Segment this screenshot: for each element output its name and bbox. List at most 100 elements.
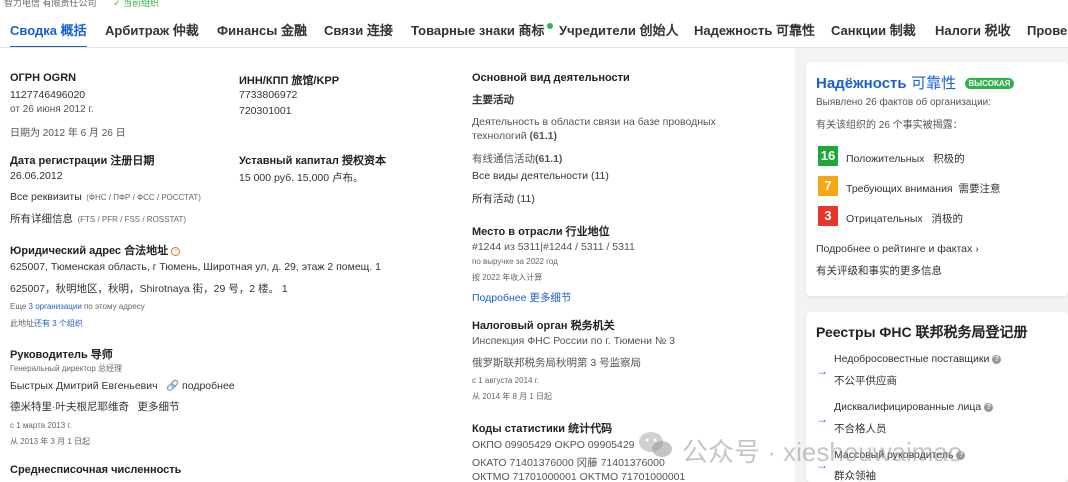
head-more-cn-link[interactable]: 更多细节 (137, 401, 179, 413)
status-fragment: ✓ 当前组织 (113, 0, 160, 8)
ogrn-date-cn: 日期为 2012 年 6 月 26 日 (10, 128, 126, 139)
head-since: с 1 марта 2013 г. (10, 421, 72, 430)
head-name-cn-row: 德米特里·叶夫根尼耶维奇 更多细节 (10, 397, 179, 415)
activity-desc-2-text: технологий (472, 130, 527, 142)
tab-trademarks[interactable]: Товарные знаки 商标 (411, 14, 553, 47)
tab-summary[interactable]: Сводка 概括 (10, 14, 87, 47)
tab-founders[interactable]: Учредители 创始人 (559, 14, 679, 47)
facts-found: Выявлено 26 фактов об организации: (816, 97, 992, 108)
address-value-cn: 625007，秋明地区，秋明，Shirotnaya 街，29 号，2 楼。 1 (10, 283, 288, 295)
industry-note-cn: 按 2022 年收入计算 (472, 273, 543, 282)
address-more-suffix: по этому адресу (84, 302, 145, 311)
all-details-note: (ФНС / ПФР / ФСС / РОССТАТ) (86, 193, 201, 202)
company-name-fragment: 智力电信 有限责任公司 (4, 0, 97, 8)
registry-disqualified[interactable]: Дисквалифицированные лица? (834, 401, 994, 413)
tab-finance[interactable]: Финансы 金融 (217, 14, 307, 47)
activity-desc-cn: 有线通信活动(61.1) (472, 151, 562, 166)
tab-bar: Сводка 概括 Арбитраж 仲裁 Финансы 金融 Связи 连… (0, 14, 1068, 48)
head-name-cn-link[interactable]: 德米特里·叶夫根尼耶维奇 (10, 401, 129, 413)
summary-panel: ОГРН OGRN 1127746496020 от 26 июня 2012 … (0, 48, 795, 482)
head-name-link[interactable]: Быстрых Дмитрий Евгеньевич (10, 380, 158, 392)
industry-more-cn-link[interactable]: 更多细节 (529, 292, 571, 304)
codes-title: Коды статистики 统计代码 (472, 423, 613, 435)
reliability-title-cn: 可靠性 (911, 75, 957, 92)
activity-title: Основной вид деятельности (472, 72, 630, 84)
watermark-text: 公众号 · xieshouwaimao (682, 437, 963, 467)
registries-title: Реестры ФНС 联邦税务局登记册 (816, 324, 1028, 340)
ogrn-title: ОГРН OGRN (10, 72, 77, 84)
negative-label-cn: 消极的 (931, 213, 963, 225)
tab-checks[interactable]: Провер (1027, 14, 1068, 47)
tab-sanctions[interactable]: Санкции 制裁 (831, 14, 916, 47)
tab-reliability[interactable]: Надежность 可靠性 (694, 14, 815, 47)
all-details-cn-note: (FTS / PFR / FSS / ROSSTAT) (77, 215, 187, 224)
address-title: Юридический адрес 合法地址 ◔ (10, 242, 181, 258)
activity-code: (61.1) (529, 130, 557, 142)
question-icon[interactable]: ? (984, 402, 994, 412)
negative-count: 3 (818, 206, 838, 226)
rating-details-text: Подробнее о рейтинге и фактах (816, 243, 973, 255)
top-strip: 智力电信 有限责任公司 ✓ 当前组织 (0, 0, 1068, 14)
industry-note: по выручке за 2022 год (472, 257, 558, 266)
address-more-link[interactable]: 3 организации (29, 302, 82, 311)
negative-label: Отрицательных (846, 213, 923, 225)
arrow-right-icon: → (816, 412, 828, 426)
arrow-right-icon: → (816, 364, 828, 378)
registry-label: Дисквалифицированные лица (834, 401, 982, 413)
all-details-cn-row: 所有详细信息 (FTS / PFR / FSS / ROSSTAT) (10, 209, 186, 227)
reg-date-value: 26.06.2012 (10, 170, 63, 182)
tax-title: Налоговый орган 税务机关 (472, 320, 615, 332)
all-details-cn-link[interactable]: 所有详细信息 (10, 213, 73, 225)
reliability-badge: ВЫСОКАЯ (964, 78, 1015, 90)
reg-date-title: Дата регистрации 注册日期 (10, 155, 155, 167)
activity-subtitle: 主要活动 (472, 94, 514, 106)
address-title-text: Юридический адрес 合法地址 (10, 245, 169, 257)
positive-label: Положительных (846, 153, 925, 165)
negative-row-label[interactable]: Отрицательных 消极的 (846, 211, 963, 226)
rating-details-link[interactable]: Подробнее о рейтинге и фактах › (816, 243, 979, 255)
head-more-link[interactable]: 🔗 подробнее (166, 380, 235, 392)
inn-title: ИНН/КПП 旅馆/KPP (239, 75, 340, 87)
industry-more-link[interactable]: Подробнее (472, 292, 526, 304)
tab-links[interactable]: Связи 连接 (324, 14, 393, 47)
tab-trademarks-label: Товарные знаки 商标 (411, 23, 545, 38)
tab-arbitration[interactable]: Арбитраж 仲裁 (105, 14, 199, 47)
activity-desc-cn-text: 有线通信活动 (472, 153, 535, 165)
positive-count: 16 (818, 146, 838, 166)
industry-more-row: Подробнее 更多细节 (472, 290, 571, 305)
okpo-code: ОКПО 09905429 OKPO 09905429 (472, 439, 635, 451)
head-name-row: Быстрых Дмитрий Евгеньевич 🔗 подробнее (10, 376, 235, 394)
okato-code: ОКАТО 71401376000 冈藤 71401376000 (472, 457, 665, 469)
attention-count: 7 (818, 176, 838, 196)
clock-icon: ◔ (171, 246, 181, 256)
inn-value: 7733806972 (239, 89, 298, 101)
head-title: Руководитель 导师 (10, 349, 113, 361)
all-details-link[interactable]: Все реквизиты (10, 191, 82, 203)
registry-label-cn: 不公平供应商 (834, 375, 897, 387)
registry-unfair-suppliers[interactable]: Недобросовестные поставщики? (834, 353, 1002, 365)
tab-taxes[interactable]: Налоги 税收 (935, 14, 1011, 47)
rating-details-cn-link[interactable]: 有关评级和事实的更多信息 (816, 263, 942, 278)
address-more-cn-link[interactable]: 还有 3 个组织 (34, 319, 83, 328)
attention-row-label[interactable]: Требующих внимания 需要注意 (846, 181, 1000, 196)
facts-found-cn: 有关该组织的 26 个事实被揭露： (816, 120, 963, 131)
reliability-title: Надёжность (816, 75, 907, 92)
all-activities-cn-link[interactable]: 所有活动 (11) (472, 191, 535, 206)
attention-label: Требующих внимания (846, 183, 953, 195)
status-text: 当前组织 (123, 0, 160, 8)
registry-label-cn: 群众领袖 (834, 470, 876, 482)
address-more-cn-row: 此地址还有 3 个组织 (10, 318, 83, 329)
industry-value: #1244 из 5311|#1244 / 5311 / 5311 (472, 241, 635, 253)
all-activities-link[interactable]: Все виды деятельности (11) (472, 170, 609, 182)
activity-code-cn: (61.1) (535, 153, 563, 165)
head-more-text: подробнее (182, 380, 235, 392)
new-dot-indicator (546, 23, 553, 29)
all-details-row: Все реквизиты (ФНС / ПФР / ФСС / РОССТАТ… (10, 187, 201, 205)
kpp-value: 720301001 (239, 105, 292, 117)
tax-value-cn: 俄罗斯联邦税务局秋明第 3 号监察局 (472, 357, 642, 369)
registry-label: Недобросовестные поставщики (834, 353, 990, 365)
positive-row-label[interactable]: Положительных 积极的 (846, 151, 965, 166)
question-icon[interactable]: ? (992, 354, 1002, 364)
head-role: Генеральный директор 总经理 (10, 364, 123, 373)
tax-since-cn: 从 2014 年 8 月 1 日起 (472, 392, 553, 401)
